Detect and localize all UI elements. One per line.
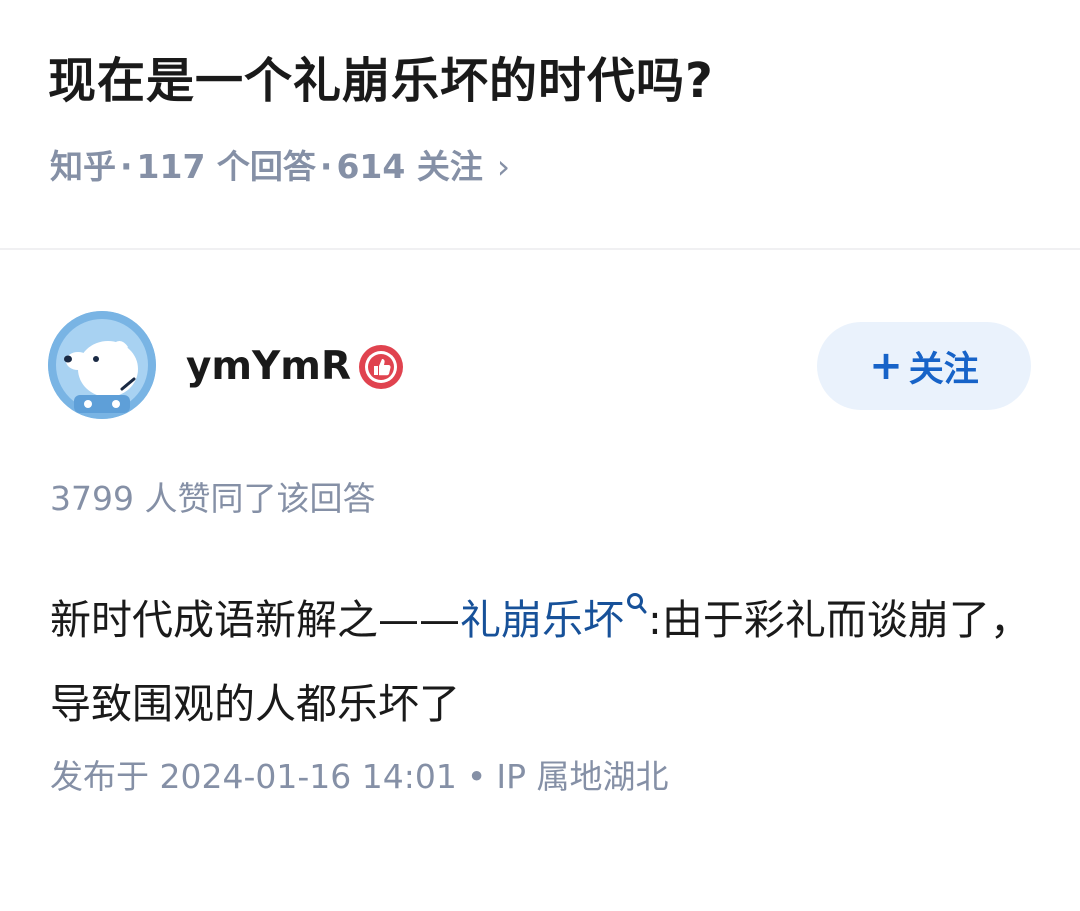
meta-separator: · (319, 147, 333, 186)
answers-count: 117 个回答 (136, 147, 316, 186)
chevron-right-icon: › (496, 147, 511, 186)
content-prefix: 新时代成语新解之—— (50, 596, 460, 644)
question-title[interactable]: 现在是一个礼崩乐坏的时代吗? (48, 46, 714, 116)
publish-info: 发布于 2024-01-16 14:01 • IP 属地湖北 (50, 750, 668, 804)
divider (0, 248, 1080, 250)
vote-count: 3799 人赞同了该回答 (50, 479, 376, 518)
answer-content: 新时代成语新解之——礼崩乐坏:由于彩礼而谈崩了，导致围观的人都乐坏了 (50, 560, 1040, 746)
avatar[interactable] (48, 311, 156, 419)
followers-count: 614 关注 (336, 147, 483, 186)
keyword-link[interactable]: 礼崩乐坏 (460, 596, 624, 644)
follow-button-label: 关注 (908, 349, 979, 390)
avatar-image (48, 311, 156, 419)
source-label: 知乎 (50, 147, 116, 186)
meta-separator: · (120, 147, 133, 186)
thumbs-up-badge-icon (357, 343, 405, 391)
question-meta[interactable]: 知乎 · 117 个回答 · 614 关注 › (50, 144, 510, 190)
ip-location: IP 属地湖北 (496, 757, 669, 796)
publish-date: 发布于 2024-01-16 14:01 (50, 757, 457, 796)
plus-icon: + (869, 343, 903, 389)
search-icon (626, 560, 648, 644)
author-name[interactable]: ymYmR (186, 340, 351, 394)
answer-page: 现在是一个礼崩乐坏的时代吗? 知乎 · 117 个回答 · 614 关注 › ymYmR (0, 0, 1080, 911)
follow-button[interactable]: + 关注 (817, 322, 1031, 410)
meta-separator: • (466, 757, 487, 796)
